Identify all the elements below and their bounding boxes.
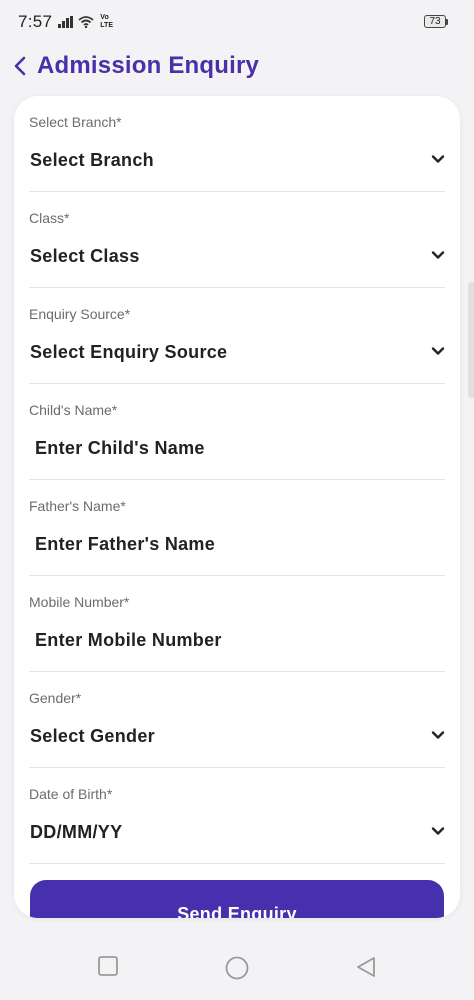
branch-label: Select Branch* bbox=[29, 114, 122, 130]
class-value[interactable]: Select Class bbox=[30, 246, 140, 267]
enquiry-source-label: Enquiry Source* bbox=[29, 306, 131, 322]
chevron-down-icon bbox=[431, 827, 445, 835]
child-name-label: Child's Name* bbox=[29, 402, 118, 418]
chevron-down-icon bbox=[431, 251, 445, 259]
enquiry-source-select[interactable]: Enquiry Source* Select Enquiry Source bbox=[29, 288, 445, 384]
battery-level: 73 bbox=[424, 15, 446, 28]
system-navigation-bar bbox=[0, 932, 474, 1000]
battery-icon: 73 bbox=[424, 15, 448, 28]
father-name-label: Father's Name* bbox=[29, 498, 126, 514]
father-name-field[interactable]: Father's Name* Enter Father's Name bbox=[29, 480, 445, 576]
gender-value[interactable]: Select Gender bbox=[30, 726, 155, 747]
gender-label: Gender* bbox=[29, 690, 82, 706]
signal-icon bbox=[58, 16, 74, 28]
back-triangle-icon[interactable] bbox=[355, 956, 377, 978]
back-arrow-icon[interactable] bbox=[13, 56, 27, 76]
mobile-number-input[interactable]: Enter Mobile Number bbox=[35, 630, 222, 651]
page-title: Admission Enquiry bbox=[37, 52, 260, 79]
child-name-input[interactable]: Enter Child's Name bbox=[35, 438, 205, 459]
home-icon[interactable] bbox=[225, 956, 249, 980]
date-of-birth-value[interactable]: DD/MM/YY bbox=[30, 822, 122, 843]
father-name-input[interactable]: Enter Father's Name bbox=[35, 534, 215, 555]
send-enquiry-button[interactable]: Send Enquiry bbox=[30, 880, 444, 918]
class-select[interactable]: Class* Select Class bbox=[29, 192, 445, 288]
branch-select[interactable]: Select Branch* Select Branch bbox=[29, 96, 445, 192]
volte-bottom: LTE bbox=[100, 22, 113, 29]
status-time: 7:57 bbox=[18, 12, 53, 31]
wifi-icon bbox=[78, 16, 94, 28]
battery-tip bbox=[446, 18, 448, 25]
status-bar: 7:57 Vo LTE 73 bbox=[0, 0, 474, 44]
branch-value[interactable]: Select Branch bbox=[30, 150, 154, 171]
enquiry-form-card: Select Branch* Select Branch Class* Sele… bbox=[14, 96, 460, 918]
chevron-down-icon bbox=[431, 731, 445, 739]
child-name-field[interactable]: Child's Name* Enter Child's Name bbox=[29, 384, 445, 480]
volte-indicator: Vo LTE bbox=[100, 14, 113, 30]
volte-top: Vo bbox=[100, 14, 109, 21]
date-of-birth-label: Date of Birth* bbox=[29, 786, 113, 802]
chevron-down-icon bbox=[431, 155, 445, 163]
status-icons: Vo LTE bbox=[58, 14, 113, 30]
chevron-down-icon bbox=[431, 347, 445, 355]
app-header: Admission Enquiry bbox=[0, 44, 474, 88]
class-label: Class* bbox=[29, 210, 70, 226]
date-of-birth-select[interactable]: Date of Birth* DD/MM/YY bbox=[29, 768, 445, 864]
gender-select[interactable]: Gender* Select Gender bbox=[29, 672, 445, 768]
mobile-number-label: Mobile Number* bbox=[29, 594, 130, 610]
recent-apps-icon[interactable] bbox=[98, 956, 118, 976]
edge-panel-handle[interactable] bbox=[468, 282, 474, 398]
enquiry-source-value[interactable]: Select Enquiry Source bbox=[30, 342, 227, 363]
mobile-number-field[interactable]: Mobile Number* Enter Mobile Number bbox=[29, 576, 445, 672]
